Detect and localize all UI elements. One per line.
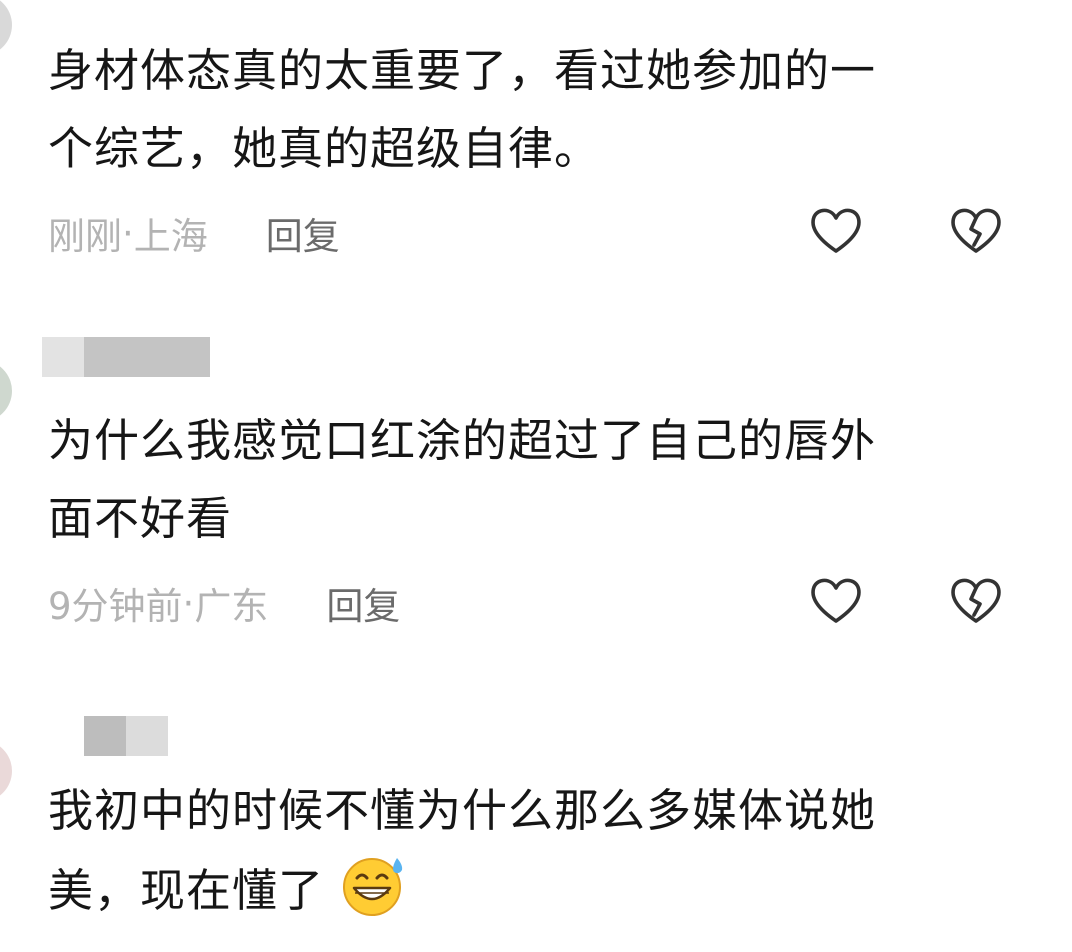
heart-outline-icon	[811, 578, 861, 623]
meta-separator: ·	[182, 581, 195, 625]
comment-text-line: 我初中的时候不懂为什么那么多媒体说她	[48, 784, 877, 837]
dislike-button[interactable]	[946, 201, 1006, 261]
comment-meta: 刚刚 · 上海 回复	[48, 203, 340, 263]
comment-meta: 9分钟前 · 广东 回复	[48, 573, 400, 633]
avatar[interactable]	[0, 360, 12, 422]
username-redacted	[84, 716, 168, 756]
dislike-button[interactable]	[946, 571, 1006, 631]
reply-button[interactable]: 回复	[266, 206, 340, 260]
grinning-sweat-emoji	[343, 858, 403, 916]
comment-text-line: 面不好看	[48, 492, 233, 545]
comment-time: 刚刚	[48, 215, 122, 258]
comment-text: 身材体态真的太重要了，看过她参加的一 个综艺，她真的超级自律。	[48, 32, 1008, 188]
like-button[interactable]	[806, 571, 866, 631]
avatar[interactable]	[0, 0, 12, 56]
comment-location: 广东	[194, 585, 269, 628]
comment-text-line-with-emoji: 美，现在懂了	[48, 850, 1008, 930]
comment-text-line: 美，现在懂了	[48, 864, 325, 917]
comment-text-line: 身材体态真的太重要了，看过她参加的一	[48, 44, 877, 97]
broken-heart-icon	[951, 578, 1001, 623]
reply-button[interactable]: 回复	[326, 576, 400, 630]
comment-text-line: 个综艺，她真的超级自律。	[48, 122, 601, 175]
avatar[interactable]	[0, 740, 12, 802]
meta-separator: ·	[122, 211, 134, 255]
comment-text-line: 为什么我感觉口红涂的超过了自己的唇外	[48, 414, 877, 467]
comment-text: 我初中的时候不懂为什么那么多媒体说她 美，现在懂了	[48, 772, 1008, 930]
like-button[interactable]	[806, 201, 866, 261]
username-redacted	[42, 337, 210, 377]
comment-text: 为什么我感觉口红涂的超过了自己的唇外 面不好看	[48, 402, 1008, 558]
comment-location: 上海	[133, 215, 208, 258]
broken-heart-icon	[951, 208, 1001, 253]
comment-time: 9分钟前	[48, 585, 183, 628]
heart-outline-icon	[811, 208, 861, 253]
